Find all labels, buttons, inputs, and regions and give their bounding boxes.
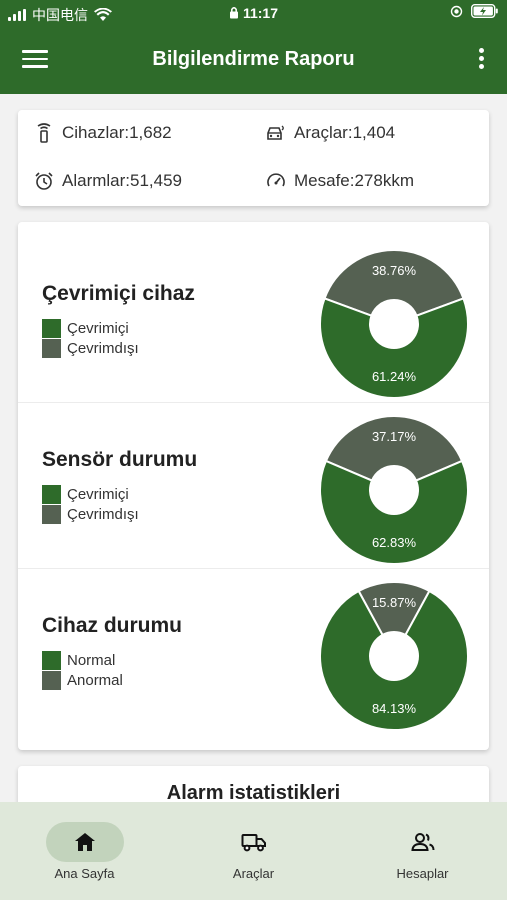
chart-title: Sensör durumu — [42, 448, 198, 471]
legend-swatch — [42, 338, 61, 358]
online-devices-section: Çevrimiçi cihaz Çevrimiçi Çevrimdışı 38.… — [18, 222, 489, 399]
vehicles-count: Araçlar:1,404 — [266, 123, 395, 143]
nav-label: Hesaplar — [396, 866, 449, 881]
legend-label: Çevrimiçi — [67, 485, 129, 503]
app-bar: Bilgilendirme Raporu — [0, 26, 507, 94]
alarm-clock-icon — [35, 172, 53, 190]
legend-label: Çevrimdışı — [67, 339, 139, 357]
legend-swatch — [42, 504, 61, 524]
status-bar: 中国电信 11:17 — [0, 0, 507, 26]
donut-chart: 15.87% 84.13% — [319, 581, 469, 731]
car-icon — [267, 125, 284, 140]
device-status-section: Cihaz durumu Normal Anormal 15.87% 84.13% — [18, 554, 489, 731]
donut-chart: 37.17% 62.83% — [319, 415, 469, 565]
legend-item: Çevrimdışı — [42, 504, 139, 524]
bottom-navigation: Ana Sayfa Araçlar Hesaplar — [0, 802, 507, 900]
slice-label-0: 61.24% — [372, 369, 417, 384]
page-title: Bilgilendirme Raporu — [152, 48, 355, 70]
slice-label-0: 62.83% — [372, 535, 417, 550]
nav-home[interactable]: Ana Sayfa — [0, 802, 169, 900]
distance-label: Mesafe:278kkm — [294, 171, 414, 190]
legend-swatch — [42, 650, 61, 670]
vehicles-label: Araçlar:1,404 — [294, 123, 396, 142]
chart-legend: Çevrimiçi Çevrimdışı — [42, 484, 139, 524]
alarms-count: Alarmlar:51,459 — [34, 171, 182, 191]
legend-swatch — [42, 484, 61, 504]
legend-item: Çevrimiçi — [42, 318, 139, 338]
legend-label: Çevrimdışı — [67, 505, 139, 523]
lock-icon — [229, 7, 238, 19]
legend-item: Normal — [42, 650, 123, 670]
chart-legend: Normal Anormal — [42, 650, 123, 690]
slice-label-0: 84.13% — [372, 701, 417, 716]
legend-label: Anormal — [67, 671, 123, 689]
chart-title: Cihaz durumu — [42, 614, 182, 637]
battery-charging-icon — [471, 4, 498, 18]
distance-count: Mesafe:278kkm — [266, 171, 414, 191]
home-icon — [75, 833, 95, 851]
devices-label: Cihazlar:1,682 — [62, 123, 172, 142]
clock-time: 11:17 — [242, 5, 279, 21]
more-options-icon[interactable] — [477, 48, 485, 72]
charts-card: Çevrimiçi cihaz Çevrimiçi Çevrimdışı 38.… — [18, 222, 489, 750]
slice-label-1: 38.76% — [372, 263, 417, 278]
legend-item: Anormal — [42, 670, 123, 690]
accounts-icon — [411, 833, 435, 851]
chart-title: Çevrimiçi cihaz — [42, 282, 195, 305]
nav-label: Araçlar — [232, 866, 275, 881]
nav-vehicles[interactable]: Araçlar — [169, 802, 338, 900]
legend-item: Çevrimiçi — [42, 484, 139, 504]
donut-chart: 38.76% 61.24% — [319, 249, 469, 399]
summary-card: Cihazlar:1,682 Araçlar:1,404 Alarmlar:51… — [18, 110, 489, 206]
legend-swatch — [42, 670, 61, 690]
legend-swatch — [42, 318, 61, 338]
chart-legend: Çevrimiçi Çevrimdışı — [42, 318, 139, 358]
speedometer-icon — [267, 173, 285, 187]
slice-label-1: 37.17% — [372, 429, 417, 444]
location-icon — [450, 5, 463, 17]
truck-icon — [241, 834, 266, 852]
nav-accounts[interactable]: Hesaplar — [338, 802, 507, 900]
nav-label: Ana Sayfa — [54, 866, 115, 881]
sensor-status-section: Sensör durumu Çevrimiçi Çevrimdışı 37.17… — [18, 388, 489, 565]
alarms-label: Alarmlar:51,459 — [62, 171, 183, 190]
legend-label: Çevrimiçi — [67, 319, 129, 337]
legend-item: Çevrimdışı — [42, 338, 139, 358]
slice-label-1: 15.87% — [372, 595, 417, 610]
devices-count: Cihazlar:1,682 — [34, 123, 172, 143]
device-signal-icon — [37, 123, 51, 143]
legend-label: Normal — [67, 651, 116, 669]
